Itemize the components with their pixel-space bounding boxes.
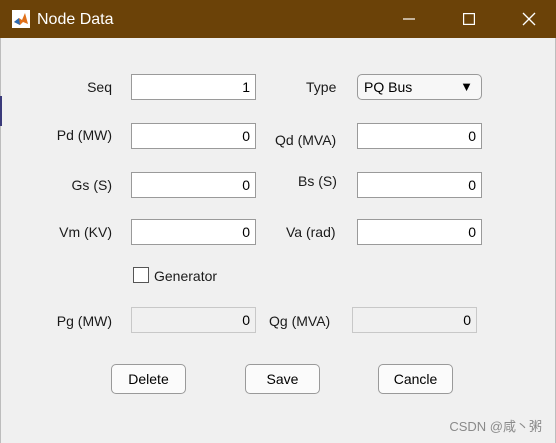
type-select[interactable]: PQ Bus ▼ <box>357 74 482 100</box>
generator-checkbox[interactable] <box>133 267 149 283</box>
qd-label: Qd (MVA) <box>275 132 337 148</box>
close-button[interactable] <box>506 0 552 38</box>
type-label: Type <box>306 79 337 95</box>
type-select-value: PQ Bus <box>364 79 413 95</box>
generator-label: Generator <box>154 268 218 284</box>
watermark: CSDN @咸丶粥 <box>449 419 542 434</box>
save-button[interactable]: Save <box>245 364 320 394</box>
cancel-button[interactable]: Cancle <box>378 364 453 394</box>
window-title: Node Data <box>37 11 114 28</box>
minimize-button[interactable] <box>386 0 432 38</box>
qd-field[interactable]: 0 <box>357 123 482 149</box>
pg-label: Pg (MW) <box>56 313 112 329</box>
bs-label: Bs (S) <box>298 173 337 189</box>
va-field[interactable]: 0 <box>357 219 482 245</box>
qg-label: Qg (MVA) <box>269 313 331 329</box>
delete-button[interactable]: Delete <box>111 364 186 394</box>
vm-field[interactable]: 0 <box>131 219 256 245</box>
va-label: Va (rad) <box>286 224 336 240</box>
edge-artifact <box>0 96 2 126</box>
close-icon <box>522 12 536 26</box>
seq-field[interactable]: 1 <box>131 74 256 100</box>
gs-label: Gs (S) <box>71 177 112 193</box>
matlab-logo-icon <box>12 10 30 28</box>
pd-field[interactable]: 0 <box>131 123 256 149</box>
gs-field[interactable]: 0 <box>131 172 256 198</box>
dropdown-arrow-icon: ▼ <box>460 79 473 94</box>
maximize-button[interactable] <box>446 0 492 38</box>
vm-label: Vm (KV) <box>59 224 112 240</box>
bs-field[interactable]: 0 <box>357 172 482 198</box>
seq-label: Seq <box>87 79 112 95</box>
pd-label: Pd (MW) <box>56 127 112 143</box>
qg-field[interactable]: 0 <box>352 307 477 333</box>
pg-field[interactable]: 0 <box>131 307 256 333</box>
maximize-icon <box>463 13 475 25</box>
title-bar: Node Data <box>0 0 556 38</box>
minimize-icon <box>403 18 415 20</box>
